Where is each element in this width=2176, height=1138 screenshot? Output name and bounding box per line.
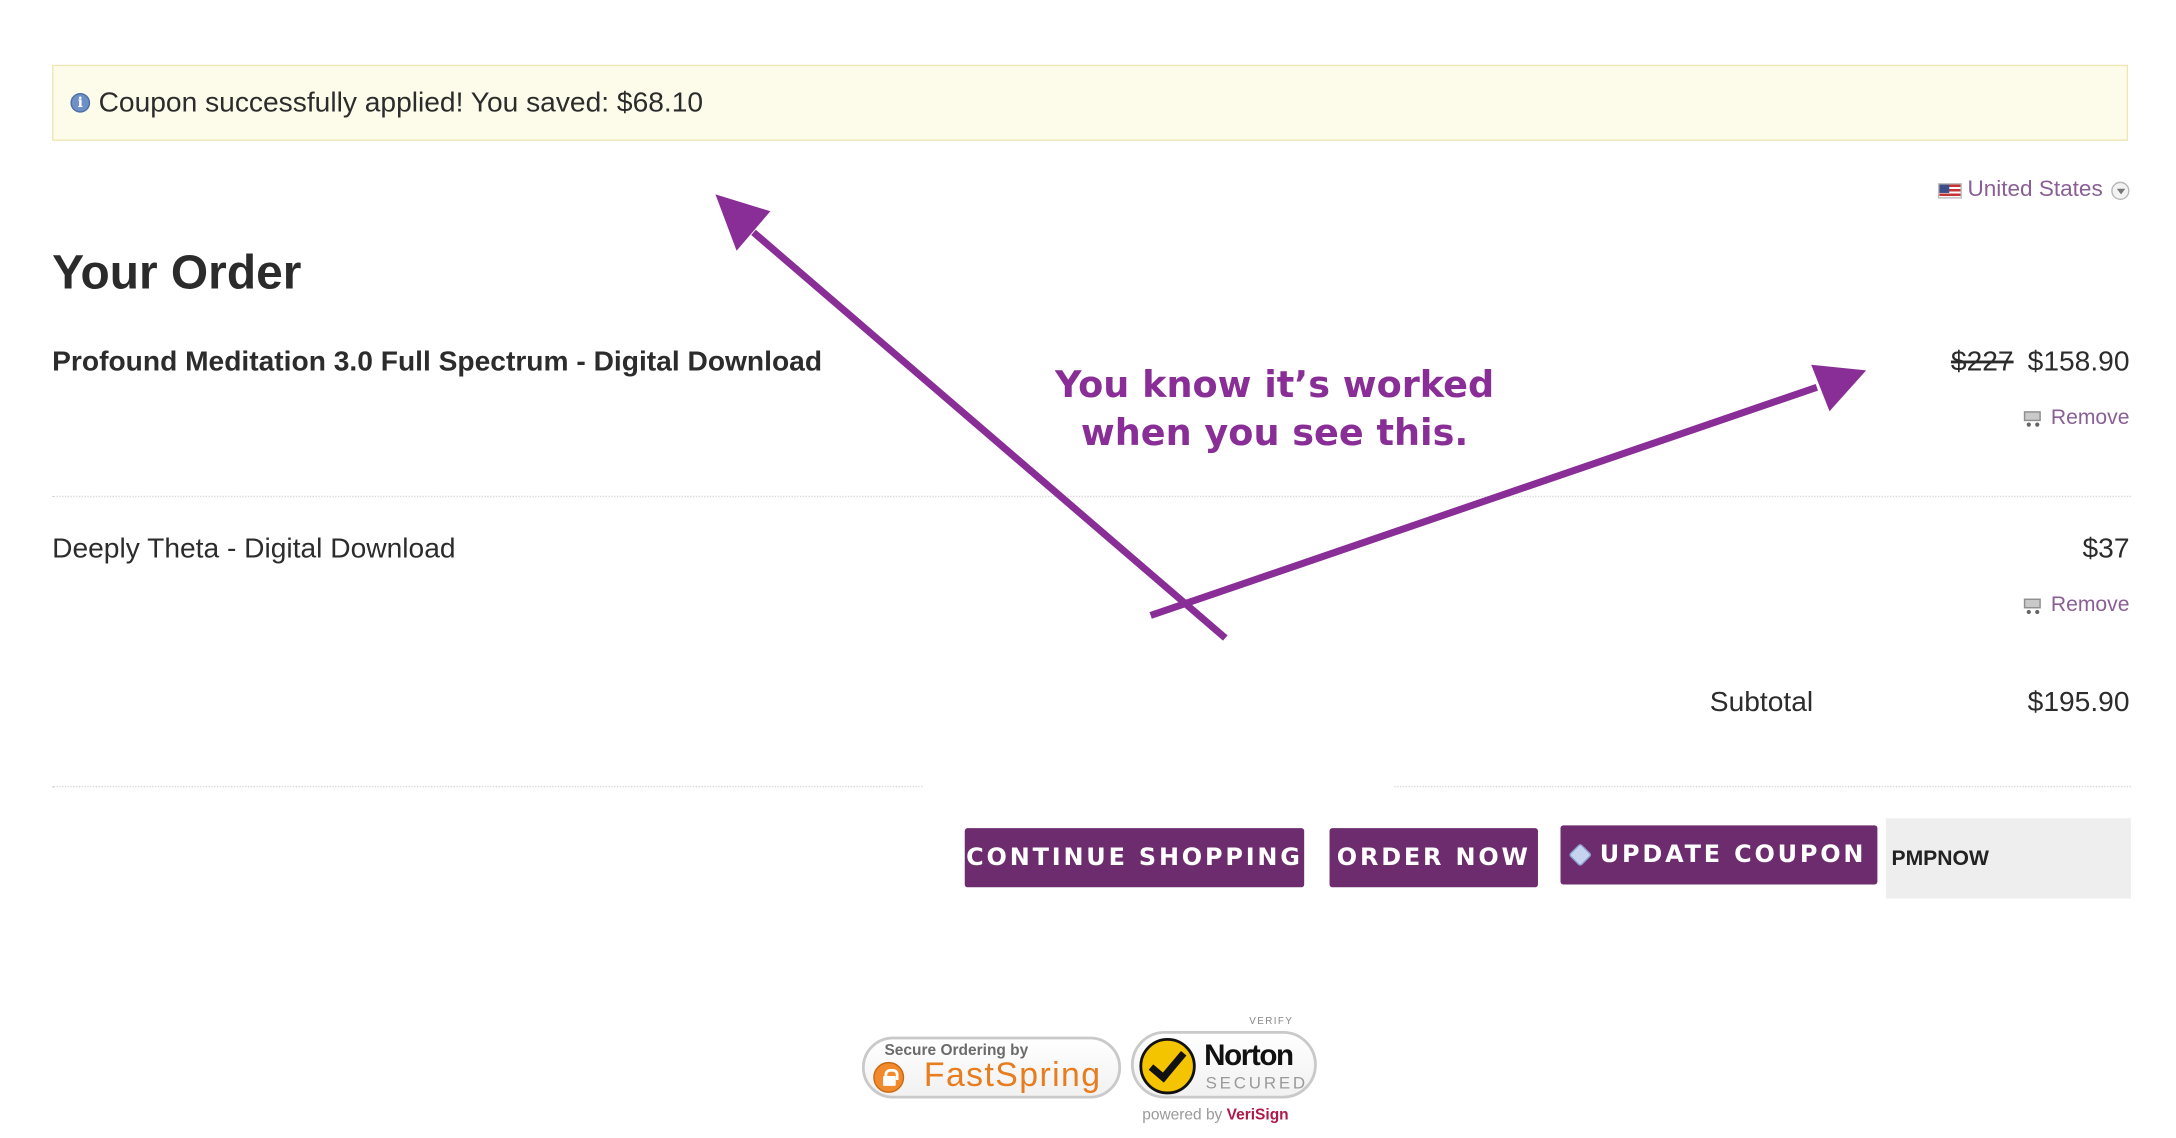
page-title: Your Order bbox=[52, 246, 302, 300]
lock-icon bbox=[873, 1061, 905, 1093]
annotation-callout: You know it’s worked when you see this. bbox=[1042, 362, 1507, 458]
subtotal-value: $195.90 bbox=[2027, 687, 2130, 719]
order-item-price: $37 bbox=[2082, 534, 2129, 566]
us-flag-icon bbox=[1937, 182, 1962, 198]
info-icon: i bbox=[70, 92, 91, 113]
norton-verify-text: VERIFY bbox=[1249, 1016, 1294, 1027]
item-divider bbox=[52, 495, 2131, 498]
continue-shopping-button[interactable]: CONTINUE SHOPPING bbox=[964, 828, 1305, 888]
update-coupon-button[interactable]: UPDATE COUPON bbox=[1560, 825, 1878, 885]
order-item-price: $227 $158.90 bbox=[1951, 346, 2130, 378]
order-item-name: Deeply Theta - Digital Download bbox=[52, 533, 456, 565]
country-selector[interactable]: United States bbox=[1937, 177, 2130, 202]
item-price: $37 bbox=[2082, 533, 2130, 565]
continue-shopping-label: CONTINUE SHOPPING bbox=[966, 843, 1303, 872]
notice-text: Coupon successfully applied! You saved: … bbox=[98, 86, 704, 118]
norton-secured-text: SECURED bbox=[1205, 1073, 1308, 1093]
remove-label: Remove bbox=[2050, 405, 2130, 430]
fastspring-badge[interactable]: Secure Ordering by FastSpring bbox=[861, 1036, 1122, 1099]
annotation-arrowhead bbox=[1811, 364, 1867, 412]
powered-by-line: powered by VeriSign bbox=[1142, 1107, 1288, 1124]
chevron-down-icon[interactable] bbox=[2111, 180, 2130, 200]
country-label: United States bbox=[1967, 177, 2103, 202]
annotation-line: when you see this. bbox=[1080, 412, 1469, 455]
subtotal-label: Subtotal bbox=[1709, 687, 1814, 719]
norton-secured-badge[interactable]: VERIFY Norton SECURED powered by VeriSig… bbox=[1130, 1014, 1318, 1132]
annotation-arrows bbox=[715, 194, 1867, 641]
original-price: $227 bbox=[1950, 346, 2014, 378]
section-divider bbox=[1394, 785, 2131, 788]
checkout-page: i Coupon successfully applied! You saved… bbox=[0, 0, 2176, 1138]
coupon-code-input[interactable] bbox=[1885, 818, 2131, 899]
update-coupon-label: UPDATE COUPON bbox=[1599, 840, 1867, 869]
powered-by-text: powered by bbox=[1142, 1107, 1223, 1124]
discounted-price: $158.90 bbox=[2027, 346, 2130, 378]
annotation-arrowhead bbox=[715, 194, 771, 251]
norton-seal: Norton SECURED bbox=[1130, 1030, 1317, 1099]
annotation-line: You know it’s worked bbox=[1054, 364, 1495, 408]
remove-item-button[interactable]: Remove bbox=[2021, 592, 2130, 617]
verisign-text: VeriSign bbox=[1226, 1107, 1289, 1124]
cart-remove-icon bbox=[2021, 408, 2045, 428]
cart-remove-icon bbox=[2021, 595, 2045, 615]
coupon-success-notice: i Coupon successfully applied! You saved… bbox=[52, 64, 2129, 141]
checkmark-icon bbox=[1139, 1037, 1196, 1095]
section-divider bbox=[52, 785, 923, 788]
norton-logo-text: Norton bbox=[1204, 1039, 1294, 1072]
remove-label: Remove bbox=[2050, 592, 2130, 617]
remove-item-button[interactable]: Remove bbox=[2021, 405, 2130, 430]
tag-icon bbox=[1568, 842, 1593, 867]
order-now-label: ORDER NOW bbox=[1336, 843, 1531, 872]
order-now-button[interactable]: ORDER NOW bbox=[1329, 828, 1538, 888]
fastspring-logo-text: FastSpring bbox=[923, 1056, 1102, 1095]
order-item-name: Profound Meditation 3.0 Full Spectrum - … bbox=[52, 346, 823, 378]
